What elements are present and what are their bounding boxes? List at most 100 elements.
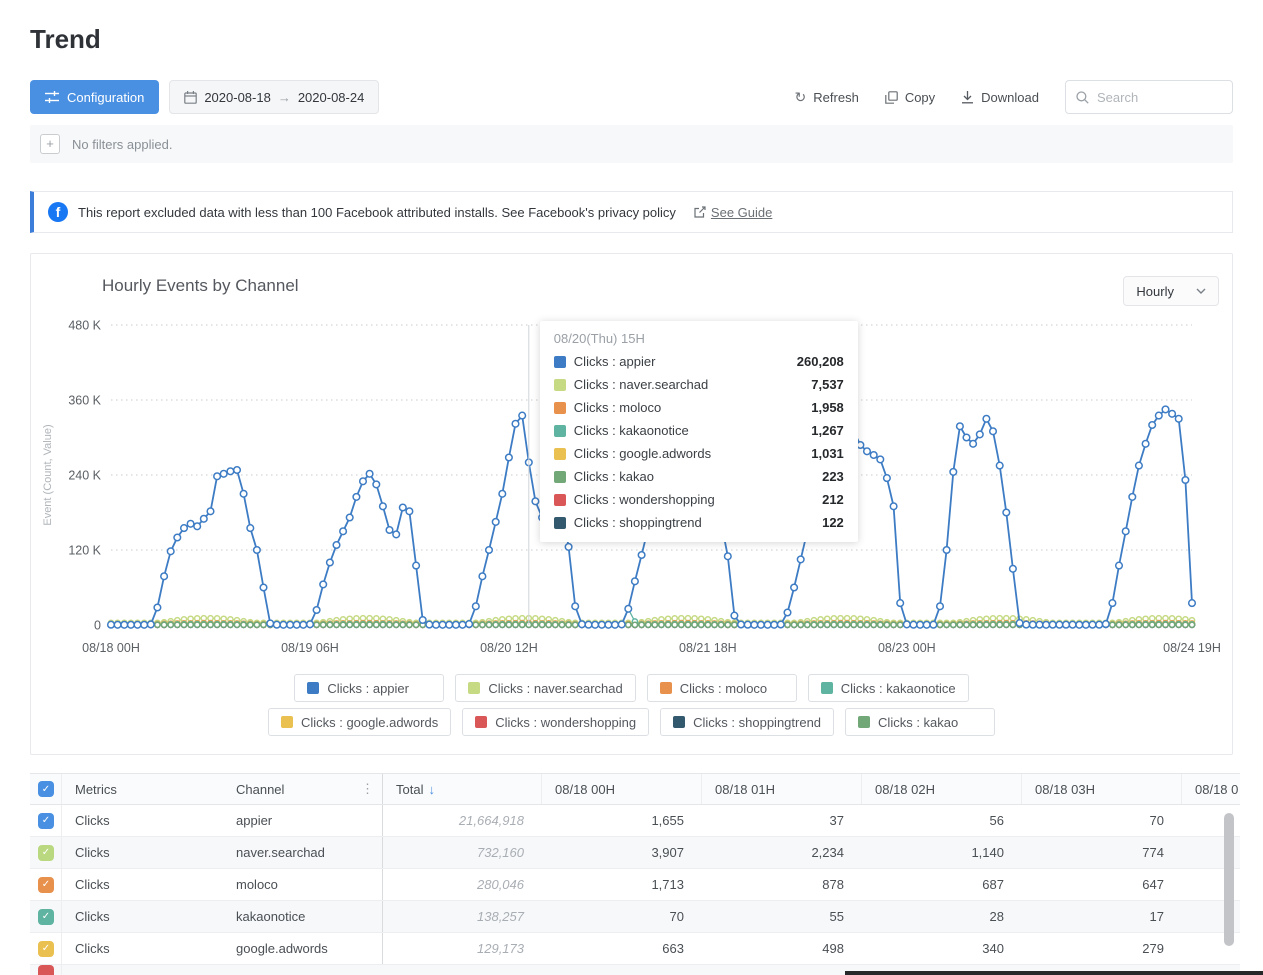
legend-chip[interactable]: Clicks : kakao <box>845 708 995 736</box>
channel-value: kakaonotice <box>236 909 305 924</box>
row-checkbox-cell: ✓ <box>30 901 62 932</box>
table-row: ✓Clicksgoogle.adwords129,173663498340279 <box>30 933 1240 965</box>
series-swatch <box>554 379 566 391</box>
row-checkbox-cell <box>30 965 62 975</box>
legend-chip[interactable]: Clicks : google.adwords <box>268 708 451 736</box>
x-tick-label: 08/21 18H <box>679 641 737 655</box>
horizontal-scrollbar[interactable] <box>845 971 1263 975</box>
hour-cell: 663 <box>542 933 702 964</box>
series-swatch <box>475 716 487 728</box>
interval-select[interactable]: Hourly <box>1123 276 1219 306</box>
tooltip-row: Clicks : kakao 223 <box>554 465 844 488</box>
row-checkbox[interactable]: ✓ <box>38 845 54 861</box>
metrics-cell: Clicks <box>62 837 223 868</box>
total-cell: 280,046 <box>383 869 542 900</box>
metrics-cell: Clicks <box>62 869 223 900</box>
download-label: Download <box>981 90 1039 105</box>
metrics-cell: Clicks <box>62 901 223 932</box>
facebook-icon: f <box>48 202 68 222</box>
row-checkbox[interactable]: ✓ <box>38 813 54 829</box>
legend-chip[interactable]: Clicks : shoppingtrend <box>660 708 834 736</box>
x-tick-label: 08/20 12H <box>480 641 538 655</box>
hour-header[interactable]: 08/18 02H <box>862 774 1022 804</box>
copy-label: Copy <box>905 90 935 105</box>
legend-chip[interactable]: Clicks : kakaonotice <box>808 674 969 702</box>
legend-label: Clicks : kakaonotice <box>841 681 956 696</box>
chart-title: Hourly Events by Channel <box>102 276 299 296</box>
hour-header[interactable]: 08/18 01H <box>702 774 862 804</box>
hour-cell: 687 <box>862 869 1022 900</box>
external-link-icon <box>694 206 706 218</box>
chart-header: Hourly Events by Channel Hourly <box>31 254 1232 306</box>
tooltip-series-value: 7,537 <box>811 377 844 392</box>
hour-cell: 647 <box>1022 869 1182 900</box>
column-menu-icon[interactable]: ⋮ <box>361 781 374 797</box>
series-swatch <box>307 682 319 694</box>
search-box[interactable] <box>1065 80 1233 114</box>
row-checkbox-cell: ✓ <box>30 805 62 836</box>
channel-cell: kakaonotice <box>223 901 383 932</box>
row-checkbox[interactable]: ✓ <box>38 941 54 957</box>
interval-value: Hourly <box>1136 284 1174 299</box>
legend-chip[interactable]: Clicks : appier <box>294 674 444 702</box>
table-header-row: ✓ Metrics Channel ⋮ Total ↓ 08/18 00H08/… <box>30 773 1240 805</box>
hour-cell: 279 <box>1022 933 1182 964</box>
search-input[interactable] <box>1097 90 1207 105</box>
legend-chip[interactable]: Clicks : naver.searchad <box>455 674 635 702</box>
table-row: ✓Clicksnaver.searchad732,1603,9072,2341,… <box>30 837 1240 869</box>
hour-cell: 774 <box>1022 837 1182 868</box>
row-checkbox[interactable] <box>38 965 54 975</box>
metrics-cell: Clicks <box>62 933 223 964</box>
x-tick-label: 08/18 00H <box>82 641 140 655</box>
refresh-label: Refresh <box>813 90 859 105</box>
series-swatch <box>554 448 566 460</box>
hour-header[interactable]: 08/18 03H <box>1022 774 1182 804</box>
download-button[interactable]: Download <box>961 90 1039 105</box>
hour-cell: 28 <box>862 901 1022 932</box>
add-filter-button[interactable]: + <box>40 134 60 154</box>
page-title: Trend <box>30 24 1233 55</box>
total-cell: 129,173 <box>383 933 542 964</box>
legend-row: Clicks : google.adwords Clicks : wondersh… <box>268 708 995 736</box>
see-guide-link[interactable]: See Guide <box>711 205 772 220</box>
copy-icon <box>885 91 898 104</box>
date-start: 2020-08-18 <box>204 90 271 105</box>
legend-chip[interactable]: Clicks : moloco <box>647 674 797 702</box>
metrics-header[interactable]: Metrics <box>62 774 223 804</box>
tooltip-row: Clicks : shoppingtrend122 <box>554 511 844 534</box>
row-checkbox-cell: ✓ <box>30 933 62 964</box>
select-all-checkbox[interactable]: ✓ <box>38 781 54 797</box>
row-checkbox[interactable]: ✓ <box>38 877 54 893</box>
hour-header[interactable]: 08/18 00H <box>542 774 702 804</box>
tooltip-row: Clicks : kakaonotice1,267 <box>554 419 844 442</box>
total-cell: 21,664,918 <box>383 805 542 836</box>
tooltip-series-value: 223 <box>822 469 844 484</box>
copy-button[interactable]: Copy <box>885 90 935 105</box>
chart-area[interactable]: 480 K360 K240 K120 K008/18 00H08/19 06H0… <box>31 312 1232 664</box>
table-scrollbar[interactable] <box>1224 813 1234 946</box>
total-header[interactable]: Total ↓ <box>383 774 542 804</box>
hour-header[interactable]: 08/18 0 <box>1182 774 1240 804</box>
hour-cell: 878 <box>702 869 862 900</box>
hour-cell: 1,140 <box>862 837 1022 868</box>
tooltip-series-label: Clicks : kakao <box>574 469 654 484</box>
refresh-button[interactable]: ↻ Refresh <box>795 89 859 106</box>
chart-card: Hourly Events by Channel Hourly 480 K360… <box>30 253 1233 755</box>
legend-label: Clicks : google.adwords <box>301 715 438 730</box>
configuration-button[interactable]: Configuration <box>30 80 159 114</box>
chart-tooltip: 08/20(Thu) 15H Clicks : appier260,208Cli… <box>540 321 858 542</box>
tooltip-series-label: Clicks : naver.searchad <box>574 377 708 392</box>
date-range-button[interactable]: 2020-08-18 → 2020-08-24 <box>169 80 379 114</box>
hour-cell: 3,907 <box>542 837 702 868</box>
legend-label: Clicks : naver.searchad <box>488 681 622 696</box>
row-checkbox[interactable]: ✓ <box>38 909 54 925</box>
y-tick-label: 240 K <box>68 469 101 483</box>
channel-header[interactable]: Channel ⋮ <box>223 774 383 804</box>
series-swatch <box>554 402 566 414</box>
filters-bar: + No filters applied. <box>30 125 1233 163</box>
table-row: ✓Clicksappier21,664,9181,655375670 <box>30 805 1240 837</box>
channel-header-label: Channel <box>236 782 284 797</box>
series-swatch <box>858 716 870 728</box>
download-icon <box>961 91 974 104</box>
legend-chip[interactable]: Clicks : wondershopping <box>462 708 649 736</box>
